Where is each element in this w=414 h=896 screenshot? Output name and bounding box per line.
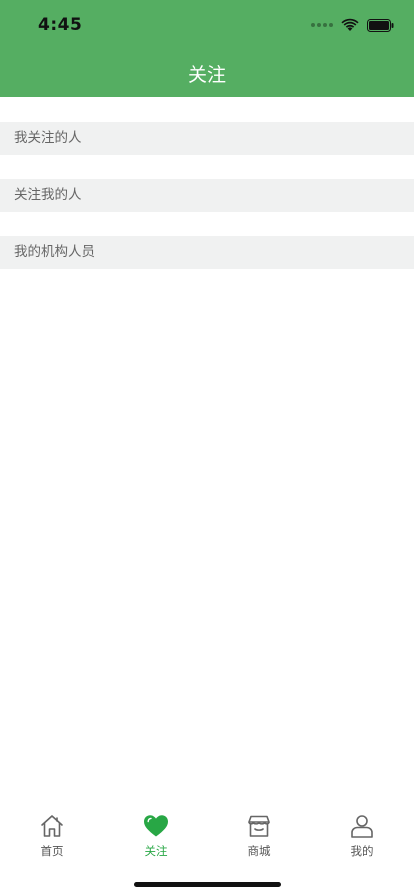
tab-follow[interactable]: 关注 — [104, 806, 208, 866]
section-org-members[interactable]: 我的机构人员 — [0, 236, 414, 269]
status-icons — [311, 16, 394, 34]
section-followers[interactable]: 关注我的人 — [0, 179, 414, 212]
home-indicator[interactable] — [134, 882, 281, 887]
header-bar: 4:45 关注 — [0, 0, 414, 97]
tab-me[interactable]: 我的 — [310, 806, 414, 866]
tab-bar: 首页 关注 商城 我的 — [0, 806, 414, 866]
tab-label: 商城 — [247, 844, 271, 858]
tab-home[interactable]: 首页 — [0, 806, 104, 866]
screen: 4:45 关注 我关注的人 关注我的人 我的机构人员 首页 关注 商城 我的 — [0, 0, 414, 896]
home-icon — [41, 815, 63, 837]
wifi-icon — [341, 18, 359, 31]
section-label: 我的机构人员 — [14, 244, 95, 260]
person-icon — [351, 815, 373, 838]
page-title: 关注 — [187, 64, 226, 86]
section-following[interactable]: 我关注的人 — [0, 122, 414, 155]
heart-icon — [144, 815, 168, 837]
tab-label: 关注 — [144, 844, 168, 858]
battery-icon — [367, 18, 394, 32]
section-label: 我关注的人 — [14, 130, 82, 146]
status-time: 4:45 — [38, 15, 83, 35]
tab-store[interactable]: 商城 — [207, 806, 311, 866]
tab-label: 首页 — [40, 844, 64, 858]
store-icon — [248, 815, 270, 837]
tab-label: 我的 — [350, 844, 374, 858]
cellular-icon — [311, 23, 333, 27]
section-label: 关注我的人 — [14, 187, 82, 203]
